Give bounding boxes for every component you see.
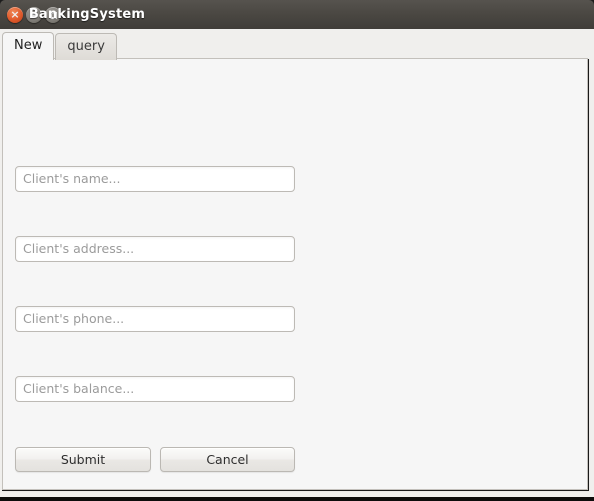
submit-button[interactable]: Submit xyxy=(15,447,151,472)
client-balance-input[interactable]: Client's balance... xyxy=(15,376,295,402)
tab-new[interactable]: New xyxy=(2,32,55,60)
client-phone-placeholder: Client's phone... xyxy=(23,311,125,326)
tab-list: New query xyxy=(2,32,117,60)
window-frame-right xyxy=(589,29,594,497)
tab-content-panel: Client's name... Client's address... Cli… xyxy=(2,58,588,490)
client-name-placeholder: Client's name... xyxy=(23,171,121,186)
window-title: BankingSystem xyxy=(28,7,146,22)
cancel-button[interactable]: Cancel xyxy=(160,447,295,472)
application-window: × BankingSystem New query Client's name.… xyxy=(0,0,594,501)
client-address-placeholder: Client's address... xyxy=(23,241,135,256)
window-title-container: BankingSystem xyxy=(0,0,594,29)
tab-strip: New query xyxy=(0,29,594,60)
tab-query[interactable]: query xyxy=(55,33,117,60)
title-bar: × BankingSystem xyxy=(0,0,594,29)
client-phone-input[interactable]: Client's phone... xyxy=(15,306,295,332)
window-shadow xyxy=(0,497,594,501)
client-balance-placeholder: Client's balance... xyxy=(23,381,135,396)
client-address-input[interactable]: Client's address... xyxy=(15,236,295,262)
client-name-input[interactable]: Client's name... xyxy=(15,166,295,192)
